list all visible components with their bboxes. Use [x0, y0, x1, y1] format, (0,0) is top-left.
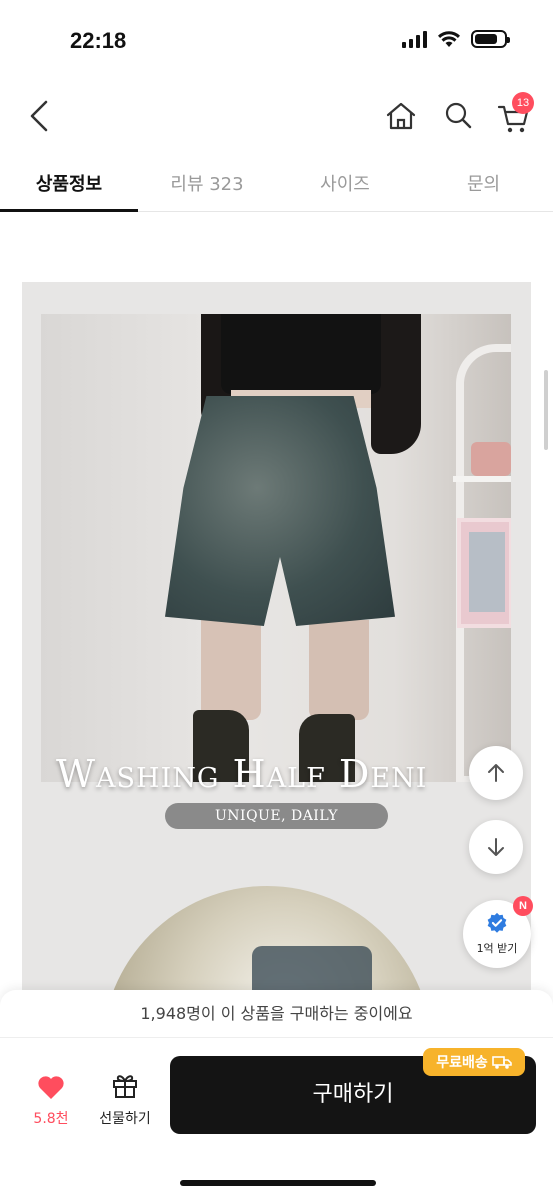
home-indicator[interactable]: [180, 1180, 376, 1186]
verified-badge-icon: [487, 912, 507, 933]
coupon-label: 1억 받기: [476, 942, 518, 955]
arrow-up-icon: [488, 764, 504, 782]
status-icons: [402, 30, 510, 48]
shelf: [453, 476, 511, 482]
like-count: 5.8천: [33, 1111, 69, 1127]
tab-size[interactable]: 사이즈: [276, 150, 414, 211]
back-arrow-icon[interactable]: [22, 96, 62, 136]
gift-button[interactable]: 선물하기: [92, 1070, 158, 1128]
top-navigation: 13: [0, 86, 553, 144]
home-icon[interactable]: [381, 96, 421, 136]
bottom-purchase-bar: 1,948명이 이 상품을 구매하는 중이에요 5.8천 선물하기 구매하기: [0, 990, 553, 1200]
truck-icon: [491, 1056, 512, 1069]
detail-circle-photo: [102, 886, 432, 1002]
product-image-title: Washing Half Deni: [56, 752, 428, 796]
product-detail-image: Washing Half Deni UNIQUE, DAILY: [22, 282, 531, 1002]
model-leg-right: [309, 620, 369, 720]
tab-product-info[interactable]: 상품정보: [0, 150, 138, 212]
like-button[interactable]: 5.8천: [22, 1074, 80, 1128]
coupon-button[interactable]: 1억 받기 N: [463, 896, 533, 968]
arrow-down-icon: [488, 838, 504, 856]
gift-label: 선물하기: [99, 1111, 151, 1127]
model-top: [221, 314, 381, 394]
tab-inquiry[interactable]: 문의: [414, 150, 553, 211]
cart-button[interactable]: 13: [494, 92, 540, 136]
cellular-signal-icon: [402, 30, 427, 48]
product-tabs: 상품정보 리뷰 323 사이즈 문의: [0, 150, 553, 212]
scroll-up-button[interactable]: [469, 746, 523, 800]
status-time: 22:18: [70, 28, 127, 53]
battery-icon: [471, 30, 510, 48]
model-leg-left: [201, 620, 261, 720]
heart-icon: [38, 1076, 64, 1099]
wifi-icon: [438, 31, 460, 47]
search-icon[interactable]: [438, 96, 478, 136]
denim-shorts: [165, 396, 395, 626]
status-bar: 22:18: [0, 0, 553, 80]
tab-reviews[interactable]: 리뷰 323: [138, 150, 276, 211]
new-badge: N: [513, 896, 533, 916]
radio-object: [471, 442, 511, 476]
free-shipping-badge: 무료배송: [423, 1048, 525, 1076]
gift-icon: [113, 1075, 137, 1098]
scrollbar[interactable]: [544, 370, 548, 450]
product-photo: [41, 314, 511, 782]
scroll-down-button[interactable]: [469, 820, 523, 874]
picture-frame: [457, 518, 511, 628]
cart-count-badge: 13: [512, 92, 534, 114]
buying-now-text: 1,948명이 이 상품을 구매하는 중이에요: [0, 990, 553, 1038]
free-shipping-label: 무료배송: [436, 1055, 488, 1071]
product-image-subtitle: UNIQUE, DAILY: [165, 803, 388, 829]
